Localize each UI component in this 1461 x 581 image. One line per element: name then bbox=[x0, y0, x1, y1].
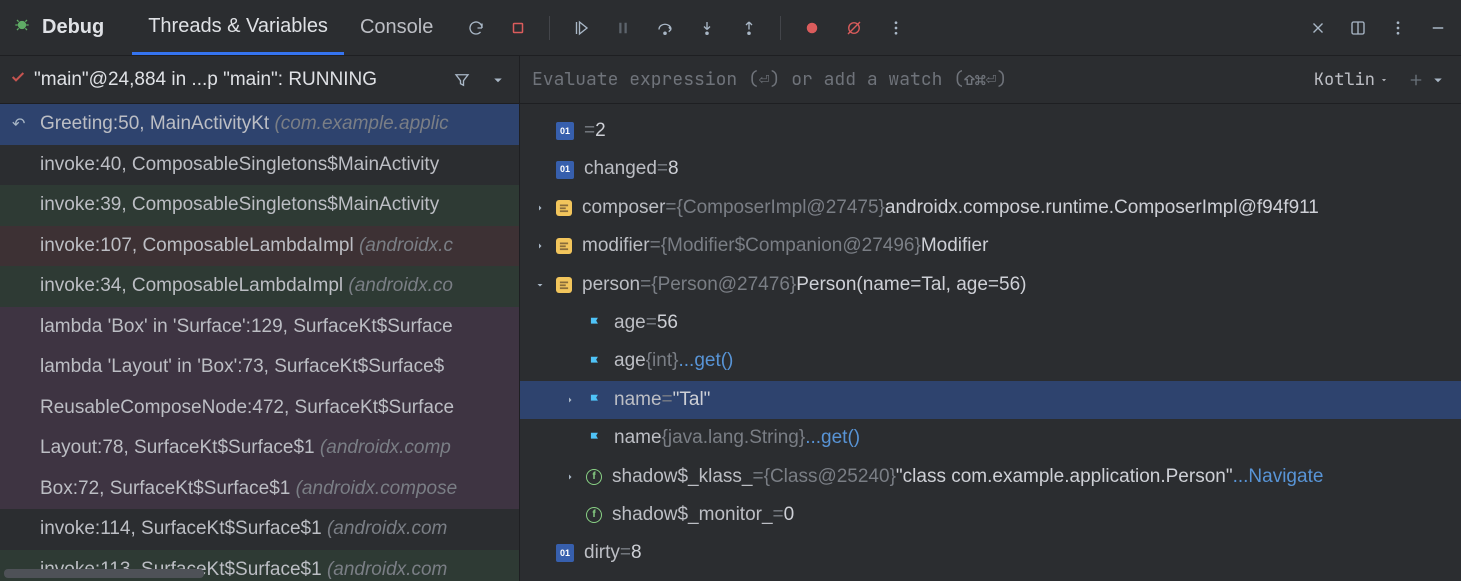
variable-row[interactable]: age {int} ... get() bbox=[520, 342, 1461, 380]
stack-frame[interactable]: invoke:34, ComposableLambdaImpl (android… bbox=[0, 266, 519, 307]
variable-row[interactable]: person = {Person@27476} Person(name=Tal,… bbox=[520, 266, 1461, 304]
pause-icon[interactable] bbox=[612, 17, 634, 39]
stack-frame[interactable]: lambda 'Layout' in 'Box':73, SurfaceKt$S… bbox=[0, 347, 519, 388]
horizontal-scrollbar[interactable] bbox=[4, 569, 204, 578]
field-icon bbox=[556, 238, 572, 254]
link[interactable]: get() bbox=[694, 346, 733, 376]
variable-row[interactable]: name = "Tal" bbox=[520, 381, 1461, 419]
class-field-icon: f bbox=[586, 469, 602, 485]
property-icon bbox=[586, 353, 604, 371]
stack-frame[interactable]: Box:72, SurfaceKt$Surface$1 (androidx.co… bbox=[0, 469, 519, 510]
chevron-down-icon[interactable] bbox=[534, 279, 554, 291]
primitive-icon: 01 bbox=[556, 544, 574, 562]
chevron-right-icon[interactable] bbox=[534, 240, 554, 252]
class-field-icon: f bbox=[586, 507, 602, 523]
link[interactable]: Navigate bbox=[1248, 462, 1323, 492]
suspended-check-icon bbox=[10, 69, 26, 90]
frames-list[interactable]: ↶Greeting:50, MainActivityKt (com.exampl… bbox=[0, 104, 519, 581]
variable-row[interactable]: age = 56 bbox=[520, 304, 1461, 342]
stack-frame[interactable]: invoke:107, ComposableLambdaImpl (androi… bbox=[0, 226, 519, 267]
stack-frame[interactable]: invoke:114, SurfaceKt$Surface$1 (android… bbox=[0, 509, 519, 550]
primitive-icon: 01 bbox=[556, 161, 574, 179]
step-into-icon[interactable] bbox=[696, 17, 718, 39]
chevron-right-icon[interactable] bbox=[534, 202, 554, 214]
filter-icon[interactable] bbox=[451, 69, 473, 91]
stack-frame[interactable]: invoke:39, ComposableSingletons$MainActi… bbox=[0, 185, 519, 226]
link[interactable]: ... bbox=[805, 423, 821, 453]
variable-row[interactable]: modifier = {Modifier$Companion@27496} Mo… bbox=[520, 227, 1461, 265]
property-icon bbox=[586, 391, 604, 409]
minimize-icon[interactable] bbox=[1427, 17, 1449, 39]
language-selector[interactable]: Kotlin bbox=[1314, 69, 1389, 91]
step-over-icon[interactable] bbox=[654, 17, 676, 39]
variables-tree[interactable]: 01= 201changed = 8composer = {ComposerIm… bbox=[520, 104, 1461, 581]
variable-row[interactable]: 01changed = 8 bbox=[520, 150, 1461, 188]
stack-frame[interactable]: lambda 'Box' in 'Surface':129, SurfaceKt… bbox=[0, 307, 519, 348]
chevron-right-icon[interactable] bbox=[564, 394, 584, 406]
bug-icon bbox=[12, 15, 32, 40]
variable-row[interactable]: 01= 2 bbox=[520, 112, 1461, 150]
variable-row[interactable]: fshadow$_klass_ = {Class@25240} "class c… bbox=[520, 458, 1461, 496]
view-breakpoints-icon[interactable] bbox=[801, 17, 823, 39]
field-icon bbox=[556, 200, 572, 216]
stack-frame[interactable]: invoke:40, ComposableSingletons$MainActi… bbox=[0, 145, 519, 186]
stack-frame[interactable]: Layout:78, SurfaceKt$Surface$1 (androidx… bbox=[0, 428, 519, 469]
layout-icon[interactable] bbox=[1347, 17, 1369, 39]
undo-icon: ↶ bbox=[12, 113, 25, 137]
property-icon bbox=[586, 314, 604, 332]
debug-title: Debug bbox=[42, 16, 104, 39]
primitive-icon: 01 bbox=[556, 122, 574, 140]
eval-dropdown-icon[interactable] bbox=[1427, 69, 1449, 91]
field-icon bbox=[556, 277, 572, 293]
link[interactable]: ... bbox=[678, 346, 694, 376]
stack-frame[interactable]: ↶Greeting:50, MainActivityKt (com.exampl… bbox=[0, 104, 519, 145]
property-icon bbox=[586, 429, 604, 447]
tab-threads-variables[interactable]: Threads & Variables bbox=[132, 0, 344, 55]
tabs: Threads & Variables Console bbox=[132, 0, 449, 55]
options-icon[interactable] bbox=[1387, 17, 1409, 39]
evaluate-input[interactable]: Evaluate expression (⏎) or add a watch (… bbox=[532, 68, 1314, 91]
variable-row[interactable]: name {java.lang.String} ... get() bbox=[520, 419, 1461, 457]
tab-console[interactable]: Console bbox=[344, 0, 449, 55]
chevron-right-icon[interactable] bbox=[564, 471, 584, 483]
resume-icon[interactable] bbox=[570, 17, 592, 39]
variable-row[interactable]: 01dirty = 8 bbox=[520, 534, 1461, 572]
more-icon[interactable] bbox=[885, 17, 907, 39]
stop-icon[interactable] bbox=[507, 17, 529, 39]
stack-frame[interactable]: ReusableComposeNode:472, SurfaceKt$Surfa… bbox=[0, 388, 519, 429]
link[interactable]: get() bbox=[821, 423, 860, 453]
variable-row[interactable]: fshadow$_monitor_ = 0 bbox=[520, 496, 1461, 534]
variable-row[interactable]: composer = {ComposerImpl@27475} androidx… bbox=[520, 189, 1461, 227]
close-icon[interactable] bbox=[1307, 17, 1329, 39]
frames-dropdown-icon[interactable] bbox=[487, 69, 509, 91]
step-out-icon[interactable] bbox=[738, 17, 760, 39]
mute-breakpoints-icon[interactable] bbox=[843, 17, 865, 39]
add-watch-icon[interactable] bbox=[1405, 69, 1427, 91]
link[interactable]: ... bbox=[1233, 462, 1249, 492]
thread-status[interactable]: "main"@24,884 in ...p "main": RUNNING bbox=[34, 69, 451, 91]
rerun-icon[interactable] bbox=[465, 17, 487, 39]
